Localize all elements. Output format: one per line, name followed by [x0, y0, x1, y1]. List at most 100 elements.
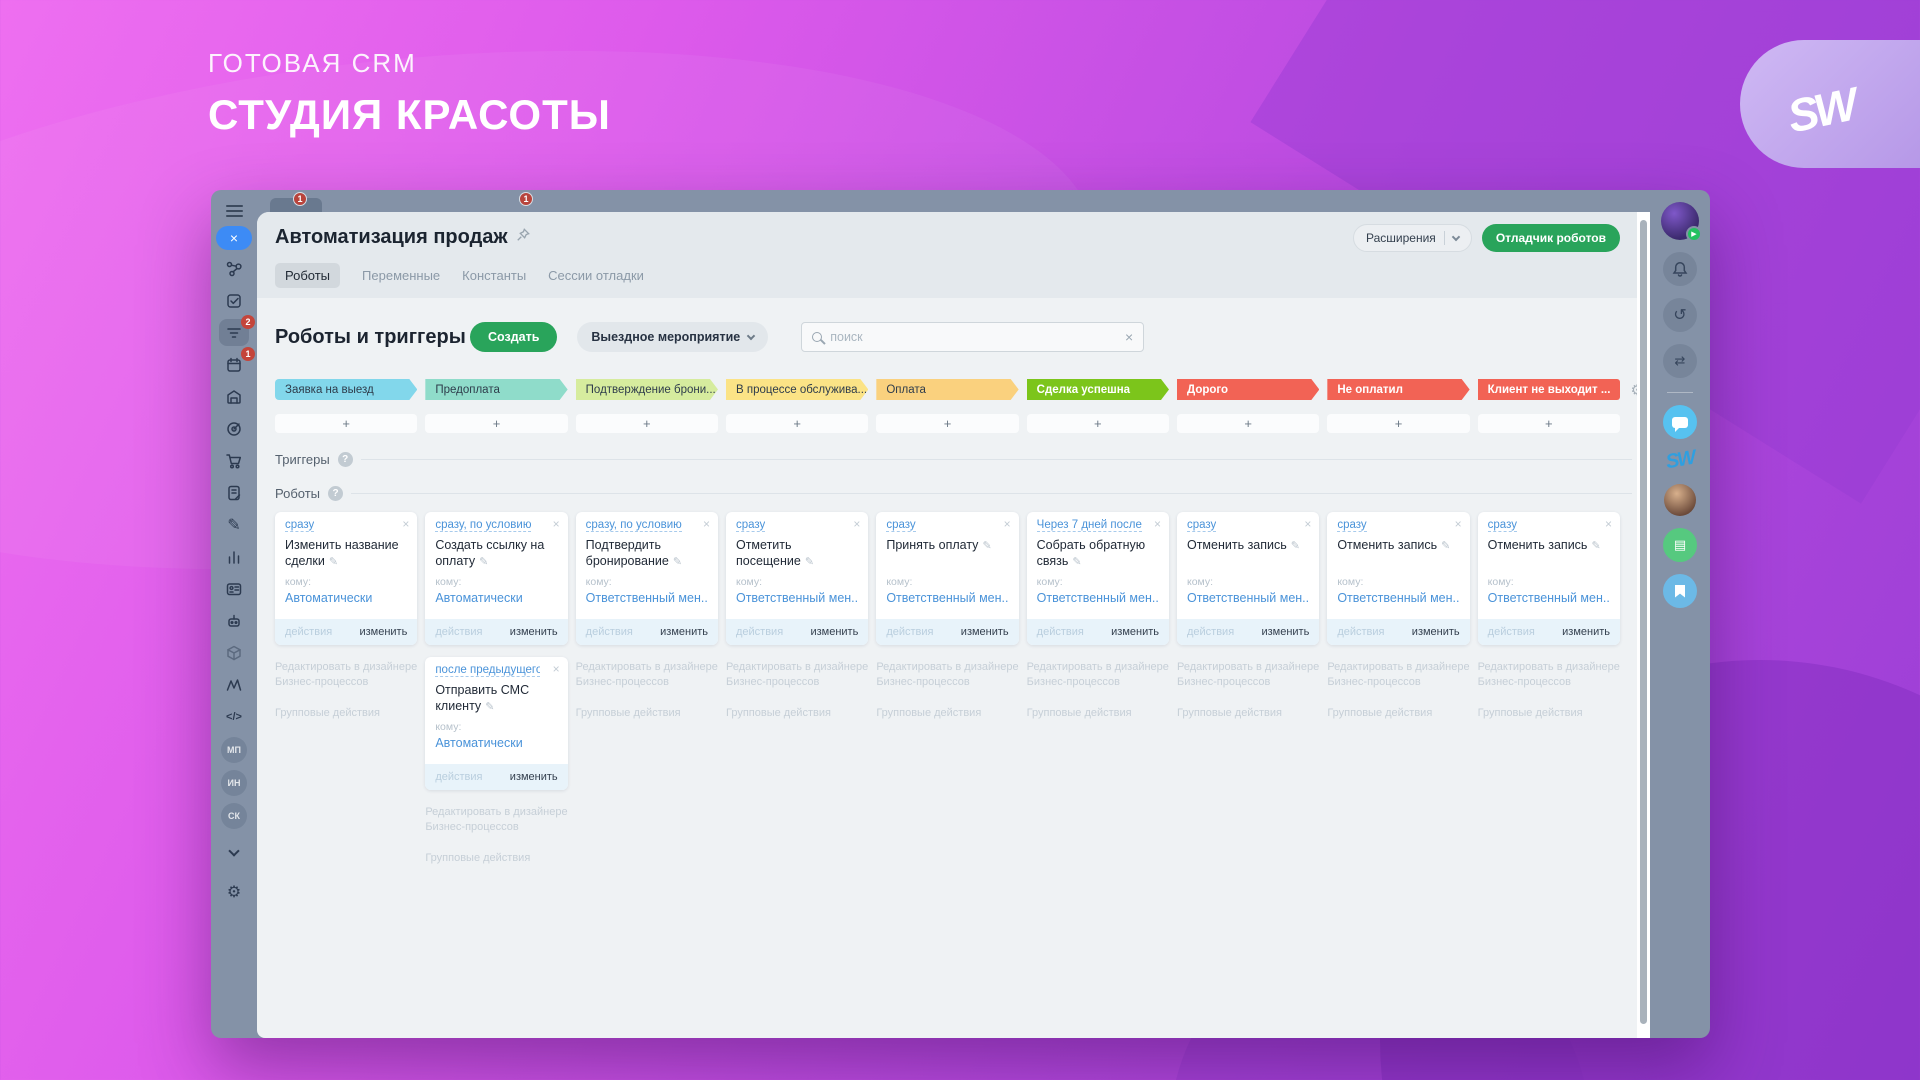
robot-debugger-button[interactable]: Отладчик роботов [1482, 224, 1620, 252]
tab-variables[interactable]: Переменные [362, 268, 440, 283]
actions-button[interactable]: действия [886, 626, 933, 638]
stage-item[interactable]: Подтверждение брони... [576, 379, 718, 400]
scrollbar-thumb[interactable] [1640, 220, 1647, 1024]
trigger-time-link[interactable]: сразу [886, 519, 915, 532]
sidebar-settings[interactable]: ⚙ [219, 878, 249, 905]
notifications-button[interactable] [1663, 252, 1697, 286]
assignee-link[interactable]: Автоматически [435, 591, 557, 605]
sidebar-avatar-in[interactable]: ИН [221, 770, 247, 796]
edit-pencil-icon[interactable]: ✎ [485, 701, 494, 713]
assignee-link[interactable]: Ответственный мен... [586, 591, 708, 605]
designer-link[interactable]: Редактировать в дизайнереБизнес-процессо… [576, 660, 718, 691]
sidebar-item-tasks[interactable] [219, 287, 249, 314]
add-robot-button[interactable]: + [425, 414, 567, 433]
robot-card[interactable]: × сразу Принять оплату✎ кому: Ответствен… [876, 512, 1018, 645]
stage-item-fail[interactable]: Не оплатил [1327, 379, 1469, 400]
close-icon[interactable]: × [1605, 517, 1612, 531]
group-actions-link[interactable]: Групповые действия [576, 706, 718, 721]
edit-pencil-icon[interactable]: ✎ [1072, 556, 1081, 568]
actions-button[interactable]: действия [435, 626, 482, 638]
close-icon[interactable]: × [1304, 517, 1311, 531]
close-icon[interactable]: × [703, 517, 710, 531]
designer-link[interactable]: Редактировать в дизайнереБизнес-процессо… [876, 660, 1018, 691]
sidebar-item-market[interactable] [219, 639, 249, 666]
close-icon[interactable]: × [1154, 517, 1161, 531]
actions-button[interactable]: действия [1037, 626, 1084, 638]
stage-item-fail[interactable]: Клиент не выходит ... [1478, 379, 1620, 400]
edit-button[interactable]: изменить [1412, 626, 1460, 638]
close-icon[interactable]: × [1455, 517, 1462, 531]
add-robot-button[interactable]: + [1177, 414, 1319, 433]
add-robot-button[interactable]: + [876, 414, 1018, 433]
scrollbar-track[interactable] [1637, 212, 1650, 1038]
contact-avatar[interactable] [1664, 484, 1696, 516]
stage-item[interactable]: Заявка на выезд [275, 379, 417, 400]
assignee-link[interactable]: Автоматически [435, 736, 557, 750]
sidebar-avatar-mp[interactable]: МП [221, 737, 247, 763]
assignee-link[interactable]: Ответственный мен... [886, 591, 1008, 605]
assignee-link[interactable]: Ответственный мен... [1488, 591, 1610, 605]
group-actions-link[interactable]: Групповые действия [1478, 706, 1620, 721]
create-button[interactable]: Создать [470, 322, 557, 352]
edit-button[interactable]: изменить [961, 626, 1009, 638]
edit-pencil-icon[interactable]: ✎ [1291, 540, 1300, 552]
sidebar-item-shop[interactable] [219, 447, 249, 474]
tab-debug-sessions[interactable]: Сессии отладки [548, 268, 644, 283]
extensions-button[interactable]: Расширения [1353, 224, 1472, 252]
stage-item[interactable]: Оплата [876, 379, 1018, 400]
edit-pencil-icon[interactable]: ✎ [982, 540, 991, 552]
sidebar-item-sites[interactable] [219, 479, 249, 506]
sidebar-item-marketing[interactable] [219, 415, 249, 442]
assignee-link[interactable]: Ответственный мен... [1037, 591, 1159, 605]
close-icon[interactable]: × [553, 662, 560, 676]
robot-card[interactable]: × сразу Отменить запись✎ кому: Ответстве… [1177, 512, 1319, 645]
edit-button[interactable]: изменить [1111, 626, 1159, 638]
trigger-time-link[interactable]: сразу [1488, 519, 1517, 532]
add-robot-button[interactable]: + [1027, 414, 1169, 433]
sidebar-item-crm[interactable]: 2 [219, 319, 249, 346]
add-robot-button[interactable]: + [1327, 414, 1469, 433]
designer-link[interactable]: Редактировать в дизайнереБизнес-процессо… [425, 805, 567, 836]
bookmarks-button[interactable] [1663, 574, 1697, 608]
add-robot-button[interactable]: + [1478, 414, 1620, 433]
sw-widget[interactable]: SW [1664, 447, 1696, 475]
sidebar-item-ai[interactable] [219, 607, 249, 634]
trigger-time-link[interactable]: сразу, по условию [435, 519, 531, 532]
group-actions-link[interactable]: Групповые действия [1327, 706, 1469, 721]
spiral-button[interactable]: ↺ [1663, 298, 1697, 332]
designer-link[interactable]: Редактировать в дизайнереБизнес-процессо… [1327, 660, 1469, 691]
group-actions-link[interactable]: Групповые действия [275, 706, 417, 721]
designer-link[interactable]: Редактировать в дизайнереБизнес-процессо… [1177, 660, 1319, 691]
edit-pencil-icon[interactable]: ✎ [1441, 540, 1450, 552]
assignee-link[interactable]: Ответственный мен... [736, 591, 858, 605]
group-actions-link[interactable]: Групповые действия [1177, 706, 1319, 721]
sidebar-item-analytics[interactable] [219, 543, 249, 570]
group-actions-link[interactable]: Групповые действия [425, 851, 567, 866]
robot-card[interactable]: × сразу Отметить посещение✎ кому: Ответс… [726, 512, 868, 645]
edit-button[interactable]: изменить [359, 626, 407, 638]
robot-card[interactable]: × сразу Изменить название сделки✎ кому: … [275, 512, 417, 645]
actions-button[interactable]: действия [285, 626, 332, 638]
entity-filter-dropdown[interactable]: Выездное мероприятие [577, 322, 768, 352]
edit-button[interactable]: изменить [510, 626, 558, 638]
robot-card[interactable]: × Через 7 дней после Д... Собрать обратн… [1027, 512, 1169, 645]
assignee-link[interactable]: Ответственный мен... [1337, 591, 1459, 605]
clear-search-icon[interactable]: × [1125, 329, 1133, 345]
sidebar-item-devops[interactable]: </> [219, 703, 249, 730]
stage-item[interactable]: В процессе обслужива... [726, 379, 868, 400]
designer-link[interactable]: Редактировать в дизайнереБизнес-процессо… [726, 660, 868, 691]
actions-button[interactable]: действия [586, 626, 633, 638]
group-actions-link[interactable]: Групповые действия [1027, 706, 1169, 721]
actions-button[interactable]: действия [435, 771, 482, 783]
actions-button[interactable]: действия [1187, 626, 1234, 638]
actions-button[interactable]: действия [736, 626, 783, 638]
sidebar-item-storage[interactable] [219, 383, 249, 410]
search-box[interactable]: × [801, 322, 1144, 352]
search-input[interactable] [830, 330, 1117, 344]
edit-button[interactable]: изменить [810, 626, 858, 638]
add-robot-button[interactable]: + [726, 414, 868, 433]
sidebar-item-contacts[interactable] [219, 575, 249, 602]
edit-button[interactable]: изменить [1261, 626, 1309, 638]
sync-chat-button[interactable]: ⇄ [1663, 344, 1697, 378]
edit-pencil-icon[interactable]: ✎ [329, 556, 338, 568]
